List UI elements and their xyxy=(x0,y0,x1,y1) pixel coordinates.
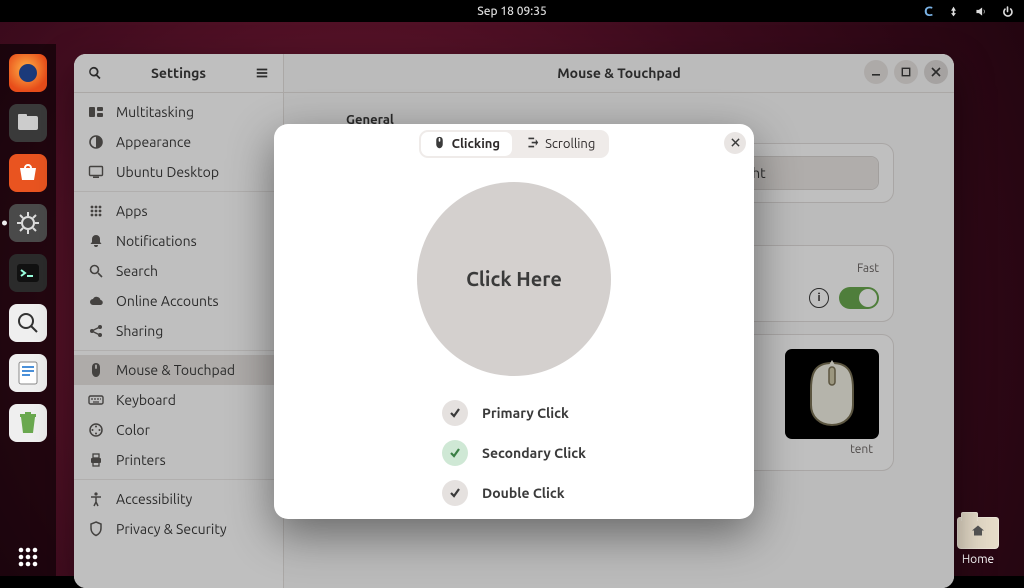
system-tray: C xyxy=(924,3,1014,19)
modal-overlay[interactable]: Clicking Scrolling Click Here xyxy=(74,54,954,588)
click-check-list: Primary Click Secondary Click Double Cli… xyxy=(442,400,586,506)
top-bar: Sep 18 09:35 C xyxy=(0,0,1024,22)
clock[interactable]: Sep 18 09:35 xyxy=(477,5,547,18)
check-icon xyxy=(442,440,468,466)
dock-show-apps[interactable] xyxy=(9,538,47,576)
dock-terminal[interactable] xyxy=(9,254,47,292)
desktop-home-folder[interactable]: Home xyxy=(950,517,1006,566)
check-icon xyxy=(442,400,468,426)
power-icon[interactable] xyxy=(1001,5,1014,18)
tab-scrolling[interactable]: Scrolling xyxy=(514,132,607,156)
settings-window: Settings MultitaskingAppearanceUbuntu De… xyxy=(74,54,954,588)
modal-close-button[interactable] xyxy=(724,132,746,154)
modal-body: Click Here Primary Click Secondary Click xyxy=(274,158,754,526)
network-icon[interactable] xyxy=(947,5,960,18)
volume-icon[interactable] xyxy=(974,5,987,18)
check-primary-row: Primary Click xyxy=(442,400,586,426)
modal-header: Clicking Scrolling xyxy=(274,124,754,158)
dock-firefox[interactable] xyxy=(9,54,47,92)
weather-icon[interactable]: C xyxy=(924,3,933,19)
dock-software[interactable] xyxy=(9,154,47,192)
dock xyxy=(0,44,56,576)
modal-tabs: Clicking Scrolling xyxy=(419,130,610,158)
click-test-area[interactable]: Click Here xyxy=(417,182,611,376)
dock-settings[interactable] xyxy=(9,204,47,242)
mouse-icon xyxy=(433,136,446,152)
dock-image-viewer[interactable] xyxy=(9,304,47,342)
desktop: Home Settings MultitaskingAppearanceUbun… xyxy=(0,22,1024,576)
dock-trash[interactable] xyxy=(9,404,47,442)
desktop-home-label: Home xyxy=(950,553,1006,566)
dock-files[interactable] xyxy=(9,104,47,142)
test-settings-modal: Clicking Scrolling Click Here xyxy=(274,124,754,519)
tab-clicking[interactable]: Clicking xyxy=(421,132,512,156)
check-secondary-row: Secondary Click xyxy=(442,440,586,466)
check-icon xyxy=(442,480,468,506)
check-double-row: Double Click xyxy=(442,480,586,506)
dock-text-editor[interactable] xyxy=(9,354,47,392)
scroll-icon xyxy=(526,136,539,152)
